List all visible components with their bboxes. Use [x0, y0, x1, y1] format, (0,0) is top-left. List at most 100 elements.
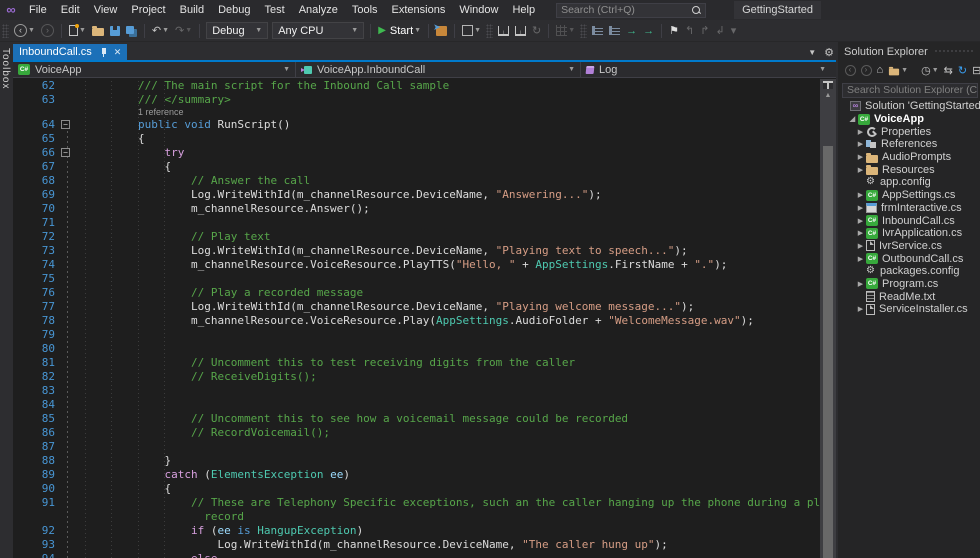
forward-icon[interactable]: ›	[858, 65, 874, 76]
menu-item-file[interactable]: File	[22, 0, 54, 20]
breadcrumb-type[interactable]: VoiceApp.InboundCall ▼	[296, 62, 581, 77]
expander-icon[interactable]: ▶	[856, 280, 865, 288]
vertical-scrollbar[interactable]: ▲	[820, 79, 836, 558]
new-file-icon[interactable]: ▼	[66, 21, 89, 41]
quick-search-input[interactable]: Search (Ctrl+Q)	[556, 3, 706, 18]
code-editor[interactable]: 62 /// The main script for the Inbound C…	[13, 79, 820, 558]
tree-item-audioprompts[interactable]: ▶AudioPrompts	[838, 151, 980, 164]
splitter-handle[interactable]	[823, 81, 833, 89]
expander-icon[interactable]: ▶	[856, 153, 865, 161]
expander-icon[interactable]: ▶	[856, 140, 865, 148]
test-grid-icon[interactable]: ▼	[553, 21, 578, 41]
fold-collapse-icon[interactable]: −	[61, 148, 70, 157]
tree-item-appsettings-cs[interactable]: ▶C#AppSettings.cs	[838, 189, 980, 202]
switch-views-icon[interactable]: ▼	[886, 65, 911, 76]
collapse-all-icon[interactable]: ⊟	[970, 64, 980, 77]
solution-configurations-dropdown[interactable]: Debug▼	[206, 22, 268, 39]
tree-item-solution-gettingstarted-1-of-1-project[interactable]: ∞Solution 'GettingStarted' (1 of 1 proje…	[838, 100, 980, 113]
menu-item-debug[interactable]: Debug	[211, 0, 257, 20]
tree-item-ivrservice-cs[interactable]: ▶IvrService.cs	[838, 240, 980, 253]
sync-with-active-document-icon[interactable]: ⇆	[941, 64, 955, 77]
expander-icon[interactable]: ▶	[856, 305, 865, 313]
tree-item-references[interactable]: ▶References	[838, 138, 980, 151]
pending-changes-filter-icon[interactable]: ◷▼	[919, 64, 942, 77]
tree-item-voiceapp[interactable]: ◢C#VoiceApp	[838, 113, 980, 126]
bookmark-icon[interactable]: ⚑	[666, 21, 682, 41]
menu-item-view[interactable]: View	[87, 0, 125, 20]
tree-item-outboundcall-cs[interactable]: ▶C#OutboundCall.cs	[838, 252, 980, 265]
solution-platforms-dropdown[interactable]: Any CPU▼	[272, 22, 364, 39]
menu-item-window[interactable]: Window	[452, 0, 505, 20]
toolbar-grip	[2, 24, 9, 38]
expander-icon[interactable]: ◢	[848, 115, 857, 123]
target-icon[interactable]: ▼	[459, 21, 484, 41]
tree-item-program-cs[interactable]: ▶C#Program.cs	[838, 278, 980, 291]
nav-forward-icon[interactable]: ›	[38, 21, 57, 41]
expander-icon[interactable]: ▶	[856, 166, 865, 174]
fold-collapse-icon[interactable]: −	[61, 120, 70, 129]
menu-item-help[interactable]: Help	[505, 0, 542, 20]
open-file-icon[interactable]	[89, 21, 107, 41]
toolbox-side-tab[interactable]: Toolbox	[0, 42, 13, 558]
menu-item-extensions[interactable]: Extensions	[385, 0, 453, 20]
prev-bookmark-icon[interactable]: ↰	[682, 21, 697, 41]
home-icon[interactable]: ⌂	[874, 64, 886, 76]
undo-icon[interactable]: ↶▼	[149, 21, 172, 41]
scroll-up-icon[interactable]: ▲	[820, 92, 836, 99]
tab-inboundcall[interactable]: InboundCall.cs ✕	[13, 44, 127, 60]
outline-icon-1[interactable]	[589, 21, 606, 41]
tree-item-frminteractive-cs[interactable]: ▶frmInteractive.cs	[838, 202, 980, 215]
tab-overflow-chevron-icon[interactable]: ▼	[808, 48, 816, 57]
tree-item-ivrapplication-cs[interactable]: ▶C#IvrApplication.cs	[838, 227, 980, 240]
deploy-all-icon[interactable]	[512, 21, 529, 41]
clear-bookmark-icon[interactable]: ↲	[712, 21, 727, 41]
tree-item-packages-config[interactable]: packages.config	[838, 265, 980, 278]
expander-icon[interactable]: ▶	[856, 242, 865, 250]
deploy-icon[interactable]	[495, 21, 512, 41]
code-line: 94 else	[13, 552, 820, 558]
scrollbar-thumb[interactable]	[823, 146, 833, 558]
solution-name-badge[interactable]: GettingStarted	[734, 1, 821, 19]
expander-icon[interactable]: ▶	[856, 191, 865, 199]
tree-item-properties[interactable]: ▶Properties	[838, 125, 980, 138]
folder-icon	[866, 152, 878, 163]
save-all-icon[interactable]	[123, 21, 140, 41]
solution-explorer-search-input[interactable]: Search Solution Explorer (Ctrl+;)	[842, 83, 978, 98]
refresh-icon[interactable]: ↻	[955, 64, 969, 77]
navigate-icon-1[interactable]: →	[623, 21, 640, 41]
tree-item-app-config[interactable]: app.config	[838, 176, 980, 189]
breadcrumb-member[interactable]: Log ▼	[581, 62, 836, 77]
breadcrumb-project[interactable]: C# VoiceApp ▼	[13, 62, 296, 77]
menu-item-edit[interactable]: Edit	[54, 0, 87, 20]
next-bookmark-icon[interactable]: ↱	[697, 21, 712, 41]
menu-item-test[interactable]: Test	[258, 0, 292, 20]
redo-icon[interactable]: ↷▼	[172, 21, 195, 41]
tree-item-inboundcall-cs[interactable]: ▶C#InboundCall.cs	[838, 214, 980, 227]
back-icon[interactable]: ‹	[842, 65, 858, 76]
expander-icon[interactable]: ▶	[856, 255, 865, 263]
save-icon[interactable]	[107, 21, 123, 41]
tree-item-serviceinstaller-cs[interactable]: ▶ServiceInstaller.cs	[838, 303, 980, 316]
menu-item-project[interactable]: Project	[124, 0, 172, 20]
expander-icon[interactable]: ▶	[856, 229, 865, 237]
expander-icon[interactable]: ▶	[856, 128, 865, 136]
start-debugging-button[interactable]: ▶Start▼	[378, 25, 421, 37]
menu-item-build[interactable]: Build	[173, 0, 211, 20]
line-number: 71	[13, 216, 55, 230]
close-icon[interactable]: ✕	[114, 47, 122, 58]
menu-item-analyze[interactable]: Analyze	[292, 0, 345, 20]
tree-item-label: IvrApplication.cs	[882, 227, 962, 239]
outline-icon-2[interactable]	[606, 21, 623, 41]
pin-icon[interactable]	[100, 48, 108, 57]
gear-icon[interactable]: ⚙	[824, 46, 834, 59]
attach-icon[interactable]	[433, 21, 450, 41]
nav-back-icon[interactable]: ‹▼	[11, 21, 38, 41]
tree-item-resources[interactable]: ▶Resources	[838, 163, 980, 176]
expander-icon[interactable]: ▶	[856, 204, 865, 212]
menu-item-tools[interactable]: Tools	[345, 0, 385, 20]
expander-icon[interactable]: ▶	[856, 217, 865, 225]
tree-item-readme-txt[interactable]: ReadMe.txt	[838, 290, 980, 303]
toolbar-overflow-icon[interactable]: ▾	[728, 21, 740, 41]
refresh-build-icon[interactable]: ↻	[529, 21, 544, 41]
navigate-icon-2[interactable]: →	[640, 21, 657, 41]
